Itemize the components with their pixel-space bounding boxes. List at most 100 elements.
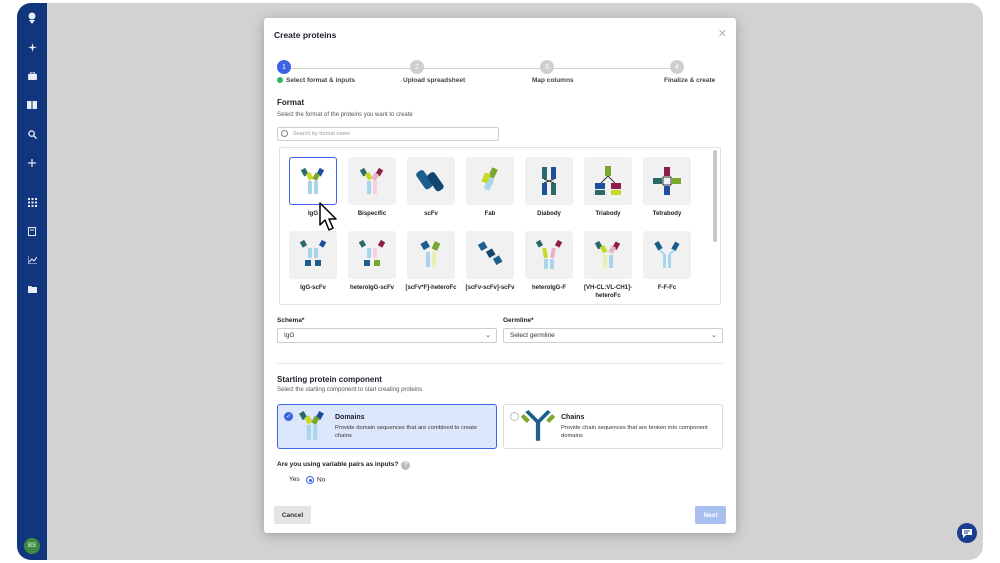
yes-label: Yes <box>289 476 300 483</box>
format-card-scfv[interactable]: scFv <box>402 157 460 219</box>
next-button[interactable]: Next <box>695 506 726 524</box>
help-icon[interactable]: ? <box>401 461 411 470</box>
format-name: [VH-CL:VL-CH1]-heteroFc <box>584 285 632 299</box>
briefcase-icon[interactable] <box>25 69 39 83</box>
format-card-heteroigg-scfv[interactable]: heteroIgG-scFv <box>343 231 401 293</box>
step-3: 3 Map columns <box>532 60 574 84</box>
mouse-cursor-icon <box>319 202 337 231</box>
format-name: Fab <box>484 211 496 217</box>
schema-label: Schema* <box>277 317 305 324</box>
germline-select[interactable]: Select germline ⌄ <box>503 328 723 343</box>
book-icon[interactable] <box>25 98 39 112</box>
heteroigg-f-icon <box>525 231 573 279</box>
cancel-button[interactable]: Cancel <box>274 506 311 524</box>
step-1: 1 Select format & inputs <box>277 60 355 84</box>
step-label: Finalize & create <box>664 77 716 84</box>
scrollbar[interactable] <box>713 150 717 242</box>
plus-icon[interactable] <box>25 156 39 170</box>
igg-scfv-icon <box>289 231 337 279</box>
search-icon <box>281 130 288 137</box>
step-label: Upload spreadsheet <box>403 77 466 84</box>
step-number: 4 <box>670 60 684 74</box>
chevron-down-icon: ⌄ <box>711 332 717 339</box>
step-connector <box>424 68 540 69</box>
format-title: Format <box>277 98 305 107</box>
format-name: IgG-scFv <box>300 285 326 291</box>
folder-icon[interactable] <box>25 282 39 296</box>
format-name: Tetrabody <box>652 211 682 217</box>
chains-radio[interactable] <box>510 412 519 421</box>
yes-radio[interactable]: Yes <box>289 476 300 483</box>
domains-option[interactable]: ✓ Domains Provide domain sequences that … <box>277 404 497 449</box>
format-card-heteroigg-f[interactable]: heteroIgG-F <box>520 231 578 293</box>
vh-cl-vl-ch1-heterofc-icon <box>584 231 632 279</box>
check-icon: ✓ <box>284 412 293 421</box>
no-label: No <box>317 476 326 484</box>
step-label: Select format & inputs <box>286 77 355 84</box>
domains-description: Provide domain sequences that are combin… <box>335 425 478 439</box>
triabody-icon <box>584 157 632 205</box>
modal-title: Create proteins <box>274 30 337 40</box>
format-name: scFv <box>424 211 438 217</box>
avatar[interactable]: BS <box>24 538 40 554</box>
starting-subtitle: Select the starting component to start c… <box>277 387 423 393</box>
scfvf-heterofc-icon <box>407 231 455 279</box>
format-card-diabody[interactable]: Diabody <box>520 157 578 219</box>
step-label: Map columns <box>532 77 574 84</box>
chevron-down-icon: ⌄ <box>485 332 491 339</box>
create-proteins-modal: Create proteins ✕ 1 Select format & inpu… <box>264 18 736 533</box>
check-icon <box>277 77 283 84</box>
step-2: 2 Upload spreadsheet <box>403 60 465 84</box>
format-card-scfv-scfv-scfv[interactable]: [scFv-scFv]-scFv <box>461 231 519 293</box>
f-f-fc-icon <box>643 231 691 279</box>
format-card-fab[interactable]: Fab <box>461 157 519 219</box>
chart-icon[interactable] <box>25 253 39 267</box>
starting-title: Starting protein component <box>277 375 382 384</box>
format-search-input[interactable]: Search by format name <box>277 127 499 141</box>
scfv-scfv-scfv-icon <box>466 231 514 279</box>
format-card-triabody[interactable]: Triabody <box>579 157 637 219</box>
step-number: 3 <box>540 60 554 74</box>
chains-title: Chains <box>561 414 585 421</box>
format-card-tetrabody[interactable]: Tetrabody <box>638 157 696 219</box>
igg-icon <box>289 157 337 205</box>
step-connector <box>290 68 410 69</box>
format-name: [scFv-scFv]-scFv <box>465 285 515 291</box>
format-card-vh-cl-vl-ch1-heterofc[interactable]: [VH-CL:VL-CH1]-heteroFc <box>579 231 637 300</box>
fab-icon <box>466 157 514 205</box>
format-name: F-F-Fc <box>657 285 677 291</box>
chains-description: Provide chain sequences that are broken … <box>561 425 708 439</box>
tetrabody-icon <box>643 157 691 205</box>
format-name: Triabody <box>595 211 621 217</box>
germline-label: Germline* <box>503 317 534 324</box>
germline-value: Select germline <box>510 332 555 339</box>
search-icon[interactable] <box>25 127 39 141</box>
step-4: 4 Finalize & create <box>664 60 715 84</box>
step-number: 2 <box>410 60 424 74</box>
domains-icon <box>294 408 330 451</box>
close-icon[interactable]: ✕ <box>718 27 727 40</box>
chat-icon[interactable] <box>957 523 977 543</box>
grid-icon[interactable] <box>25 195 39 209</box>
schema-select[interactable]: IgG ⌄ <box>277 328 497 343</box>
no-radio[interactable]: No <box>306 476 325 484</box>
chains-option[interactable]: Chains Provide chain sequences that are … <box>503 404 723 449</box>
sparkle-icon[interactable] <box>25 40 39 54</box>
bispecific-icon <box>348 157 396 205</box>
step-connector <box>554 68 670 69</box>
schema-value: IgG <box>284 332 295 339</box>
diabody-icon <box>525 157 573 205</box>
sidebar: BS <box>17 3 47 560</box>
format-name: Bispecific <box>357 211 387 217</box>
format-card-scfvf-heterofc[interactable]: [scFv*F]-heteroFc <box>402 231 460 293</box>
logo-icon[interactable] <box>25 11 39 25</box>
format-card-igg-scfv[interactable]: IgG-scFv <box>284 231 342 293</box>
heteroigg-scfv-icon <box>348 231 396 279</box>
domains-title: Domains <box>335 414 365 421</box>
format-card-bispecific[interactable]: Bispecific <box>343 157 401 219</box>
document-icon[interactable] <box>25 224 39 238</box>
format-card-f-f-fc[interactable]: F-F-Fc <box>638 231 696 293</box>
divider <box>277 363 723 364</box>
variable-pairs-question: Are you using variable pairs as inputs?? <box>277 461 411 470</box>
format-name: heteroIgG-scFv <box>349 285 394 291</box>
